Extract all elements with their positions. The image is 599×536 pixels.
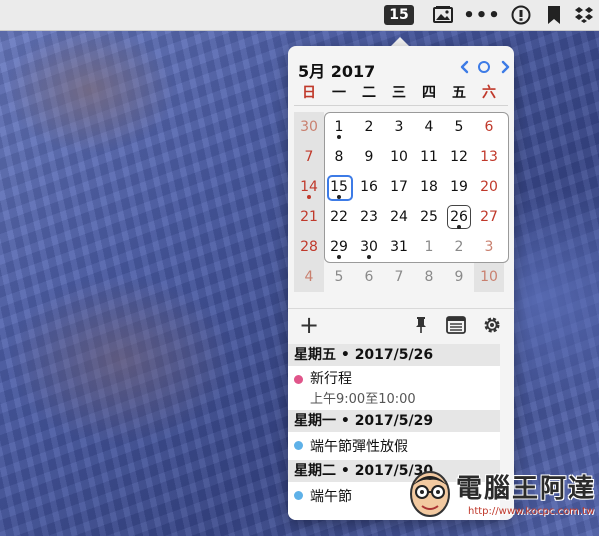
event-item[interactable]: 新行程 上午9:00至10:00 [288,366,500,410]
day-cell[interactable]: 8 [324,142,354,172]
day-cell[interactable]: 11 [414,142,444,172]
event-dot [367,255,371,259]
event-dot [337,255,341,259]
photo-icon[interactable] [430,4,456,26]
event-title: 新行程 [310,371,352,387]
day-cell[interactable]: 25 [414,202,444,232]
day-cell[interactable]: 7 [294,142,324,172]
event-item[interactable]: 端午節彈性放假 [288,432,500,460]
watermark-url: http://www.kocpc.com.tw [468,506,595,517]
weekday-label: 二 [362,85,376,101]
more-icon[interactable]: ••• [463,4,500,26]
day-cell[interactable]: 3 [384,112,414,142]
event-time: 上午9:00至10:00 [310,392,416,407]
day-cell[interactable]: 6 [474,112,504,142]
weekday-label: 四 [422,85,436,101]
chevron-left-icon [460,60,469,74]
day-cell[interactable]: 10 [474,262,504,292]
day-cell-selected[interactable]: 26 [444,202,474,232]
day-cell[interactable]: 21 [294,202,324,232]
event-title: 端午節 [310,489,352,505]
previous-month-button[interactable] [456,58,472,76]
day-cell[interactable]: 22 [324,202,354,232]
day-cell[interactable]: 9 [354,142,384,172]
event-color-dot [294,491,303,500]
day-cell[interactable]: 20 [474,172,504,202]
next-month-button[interactable] [498,58,514,76]
day-cell[interactable]: 27 [474,202,504,232]
weekday-header: 日 一 二 三 四 五 六 [294,82,508,102]
day-cell-today[interactable]: 15 [324,172,354,202]
day-cell[interactable]: 2 [444,232,474,262]
day-cell[interactable]: 31 [384,232,414,262]
info-icon[interactable] [508,4,534,26]
event-date-header: 星期五 • 2017/5/26 [288,344,500,366]
day-cell[interactable]: 1 [324,112,354,142]
dropbox-icon[interactable] [574,4,594,26]
month-title: 5月 2017 [298,62,376,81]
day-cell[interactable]: 10 [384,142,414,172]
day-cell[interactable]: 23 [354,202,384,232]
day-cell[interactable]: 1 [414,232,444,262]
calendar-popover: 5月 2017 日 一 二 三 四 五 六 30 1 2 3 4 5 6 7 8 [288,46,514,520]
site-watermark: 電腦王阿達 http://www.kocpc.com.tw [404,462,594,528]
event-dot [457,225,461,229]
calendar-toolbar: + [288,308,514,341]
day-cell[interactable]: 9 [444,262,474,292]
day-cell[interactable]: 14 [294,172,324,202]
day-cell[interactable]: 30 [294,112,324,142]
event-color-dot [294,441,303,450]
mascot-face-icon [410,471,450,517]
today-button[interactable] [476,58,492,76]
day-cell[interactable]: 5 [324,262,354,292]
bookmark-icon[interactable] [544,4,564,26]
day-cell[interactable]: 30 [354,232,384,262]
day-cell[interactable]: 2 [354,112,384,142]
agenda-list-icon[interactable] [446,316,466,334]
day-cell[interactable]: 18 [414,172,444,202]
day-cell[interactable]: 24 [384,202,414,232]
calendar-grid: 30 1 2 3 4 5 6 7 8 9 10 11 12 13 14 15 1… [294,112,509,292]
weekday-label: 日 [302,85,316,101]
day-cell[interactable]: 5 [444,112,474,142]
add-event-button[interactable]: + [298,311,320,339]
day-cell[interactable]: 16 [354,172,384,202]
day-cell[interactable]: 19 [444,172,474,202]
day-cell[interactable]: 6 [354,262,384,292]
weekday-label: 六 [482,85,496,101]
day-cell[interactable]: 13 [474,142,504,172]
event-title: 端午節彈性放假 [310,439,408,455]
event-dot [307,195,311,199]
event-date-header: 星期一 • 2017/5/29 [288,410,500,432]
day-cell[interactable]: 28 [294,232,324,262]
calendar-menubar-date[interactable]: 15 [384,5,414,25]
day-cell[interactable]: 3 [474,232,504,262]
weekday-label: 三 [392,85,406,101]
pin-icon[interactable] [412,316,430,334]
calendar-header: 5月 2017 [298,56,510,81]
divider [294,105,508,106]
day-cell[interactable]: 17 [384,172,414,202]
today-circle-icon [478,61,490,73]
weekday-label: 一 [332,85,346,101]
day-cell[interactable]: 29 [324,232,354,262]
weekday-label: 五 [452,85,466,101]
day-cell[interactable]: 7 [384,262,414,292]
event-dot [337,135,341,139]
watermark-title: 電腦王阿達 [456,474,597,504]
event-color-dot [294,375,303,384]
day-cell[interactable]: 8 [414,262,444,292]
chevron-right-icon [501,60,510,74]
gear-icon[interactable] [482,315,502,335]
day-cell[interactable]: 4 [414,112,444,142]
day-cell[interactable]: 4 [294,262,324,292]
event-dot [337,195,341,199]
day-cell[interactable]: 12 [444,142,474,172]
menu-bar: 15 ••• [0,0,599,31]
